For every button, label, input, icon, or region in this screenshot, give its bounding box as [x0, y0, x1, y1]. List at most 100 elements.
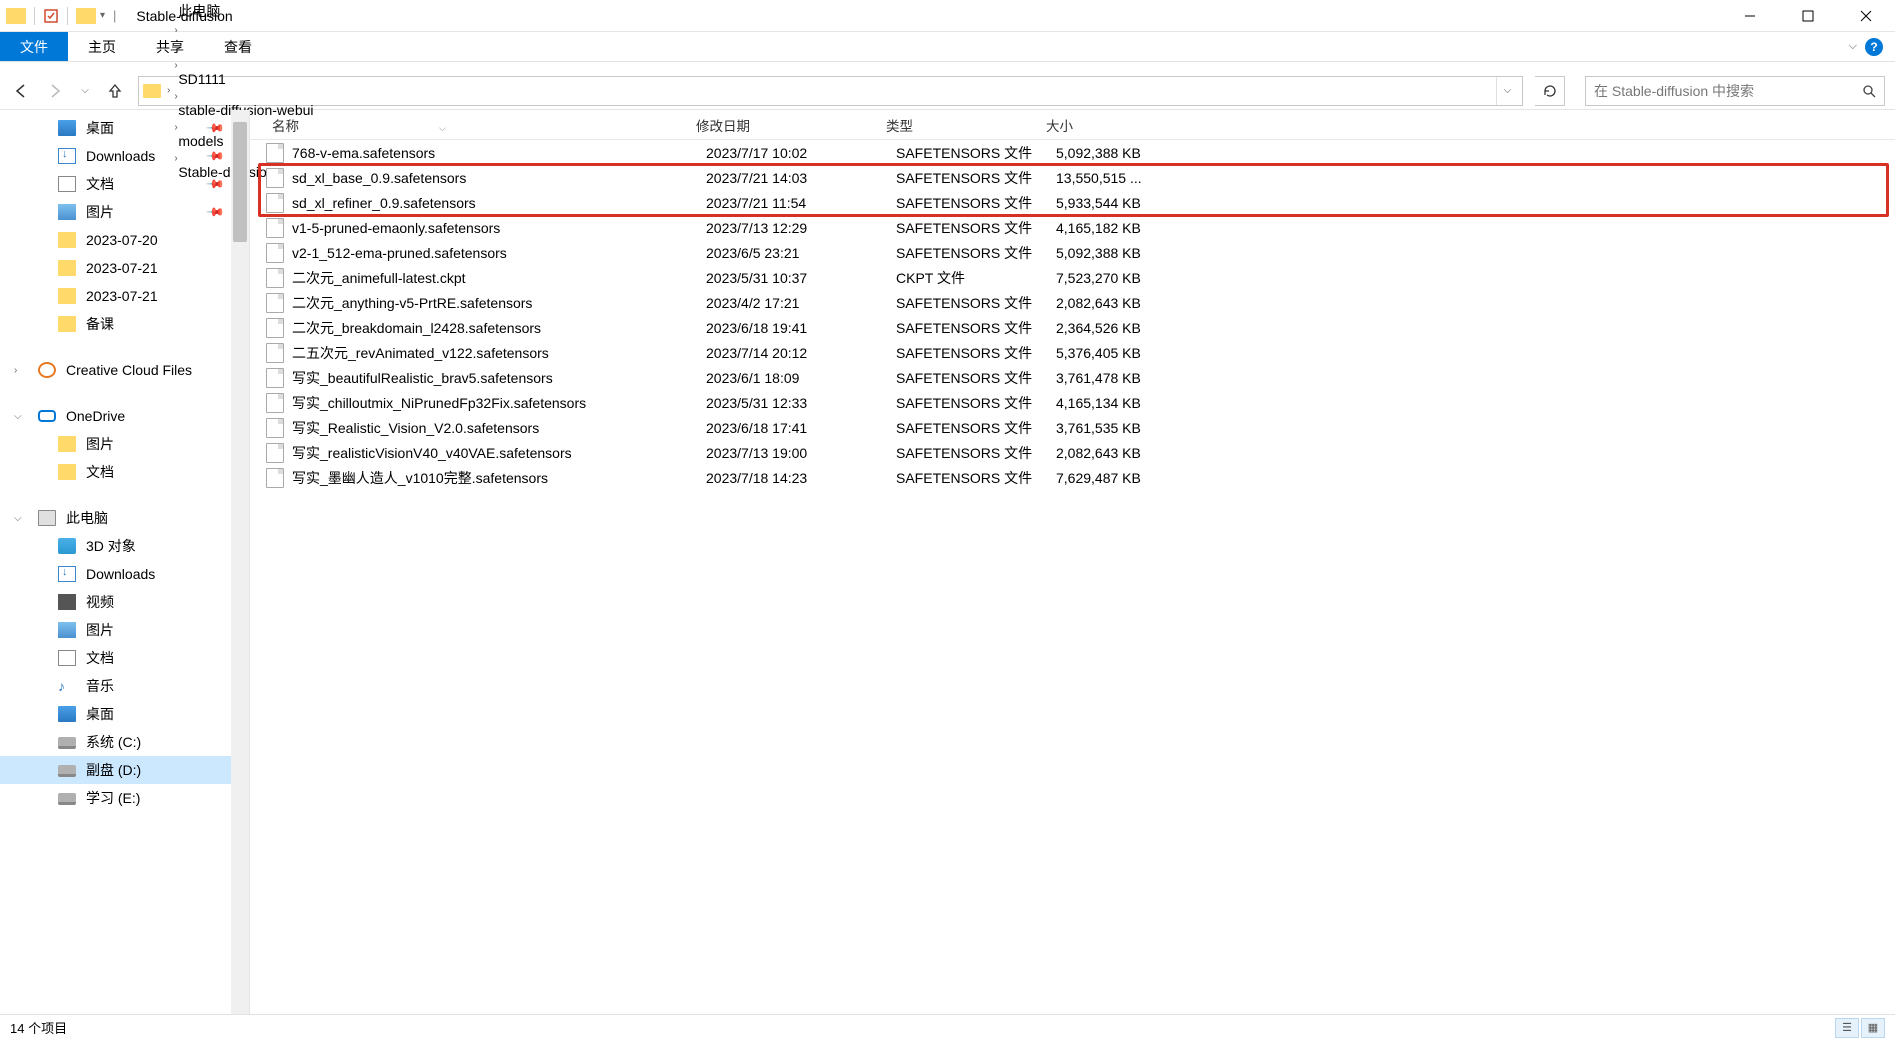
sidebar-item-label: Creative Cloud Files — [66, 362, 192, 378]
file-date: 2023/5/31 12:33 — [706, 395, 896, 411]
sidebar-item[interactable]: 图片 — [0, 616, 249, 644]
navigation-pane[interactable]: 桌面📌Downloads📌文档📌图片📌2023-07-202023-07-212… — [0, 110, 250, 1014]
sidebar-item[interactable]: 文档 — [0, 458, 249, 486]
sidebar-item[interactable]: 2023-07-21 — [0, 254, 249, 282]
sidebar-item[interactable]: 文档📌 — [0, 170, 249, 198]
divider — [67, 7, 68, 25]
close-button[interactable] — [1837, 0, 1895, 32]
file-row[interactable]: 写实_Realistic_Vision_V2.0.safetensors2023… — [250, 415, 1895, 440]
breadcrumb-item[interactable]: 此电脑 — [172, 1, 319, 21]
forward-button[interactable] — [44, 80, 66, 102]
tab-share[interactable]: 共享 — [136, 32, 204, 61]
file-list[interactable]: 768-v-ema.safetensors2023/7/17 10:02SAFE… — [250, 140, 1895, 1014]
address-dropdown-icon[interactable]: ⌵ — [1496, 77, 1518, 105]
back-button[interactable] — [10, 80, 32, 102]
sidebar-item[interactable]: 文档 — [0, 644, 249, 672]
sidebar-item-label: 图片 — [86, 202, 114, 222]
file-row[interactable]: sd_xl_refiner_0.9.safetensors2023/7/21 1… — [250, 190, 1895, 215]
sidebar-item[interactable]: 2023-07-20 — [0, 226, 249, 254]
help-icon[interactable]: ? — [1865, 38, 1883, 56]
sidebar-item[interactable]: 2023-07-21 — [0, 282, 249, 310]
refresh-button[interactable] — [1535, 76, 1565, 106]
file-icon — [266, 168, 284, 188]
file-type: SAFETENSORS 文件 — [896, 243, 1056, 263]
sidebar-item-this-pc[interactable]: ⌵此电脑 — [0, 504, 249, 532]
column-name[interactable]: 名称⌵ — [266, 115, 696, 135]
sidebar-item[interactable]: 桌面 — [0, 700, 249, 728]
status-text: 14 个项目 — [10, 1018, 67, 1037]
chevron-right-icon[interactable]: › — [165, 85, 172, 96]
sidebar-item[interactable]: 视频 — [0, 588, 249, 616]
file-icon — [266, 293, 284, 313]
file-row[interactable]: v1-5-pruned-emaonly.safetensors2023/7/13… — [250, 215, 1895, 240]
search-icon[interactable] — [1862, 84, 1876, 98]
sidebar-item[interactable]: 3D 对象 — [0, 532, 249, 560]
view-icons-button[interactable]: ▦ — [1861, 1018, 1885, 1038]
sidebar-item[interactable]: 图片 — [0, 430, 249, 458]
file-name: 二次元_animefull-latest.ckpt — [292, 268, 706, 288]
sidebar-item-label: 文档 — [86, 462, 114, 482]
sidebar-item[interactable]: Downloads📌 — [0, 142, 249, 170]
chevron-right-icon[interactable]: › — [172, 91, 179, 102]
file-icon — [266, 368, 284, 388]
maximize-button[interactable] — [1779, 0, 1837, 32]
view-details-button[interactable]: ☰ — [1835, 1018, 1859, 1038]
file-row[interactable]: 二次元_animefull-latest.ckpt2023/5/31 10:37… — [250, 265, 1895, 290]
recent-dropdown-icon[interactable]: ⌵ — [78, 80, 92, 102]
folder-icon[interactable] — [76, 8, 96, 24]
collapse-icon[interactable]: ⌵ — [14, 513, 22, 524]
file-icon — [266, 193, 284, 213]
up-button[interactable] — [104, 80, 126, 102]
sidebar-item[interactable]: 备课 — [0, 310, 249, 338]
file-row[interactable]: 二次元_anything-v5-PrtRE.safetensors2023/4/… — [250, 290, 1895, 315]
file-icon — [266, 468, 284, 488]
file-row[interactable]: 二五次元_revAnimated_v122.safetensors2023/7/… — [250, 340, 1895, 365]
sidebar-item[interactable]: 学习 (E:) — [0, 784, 249, 812]
file-row[interactable]: 二次元_breakdomain_l2428.safetensors2023/6/… — [250, 315, 1895, 340]
file-icon — [266, 318, 284, 338]
file-row[interactable]: 768-v-ema.safetensors2023/7/17 10:02SAFE… — [250, 140, 1895, 165]
column-date[interactable]: 修改日期 — [696, 115, 886, 135]
sidebar-item[interactable]: 系统 (C:) — [0, 728, 249, 756]
file-date: 2023/7/18 14:23 — [706, 470, 896, 486]
tab-home[interactable]: 主页 — [68, 32, 136, 61]
scrollbar[interactable] — [231, 110, 249, 1014]
tab-file[interactable]: 文件 — [0, 32, 68, 61]
column-size[interactable]: 大小 — [1046, 115, 1156, 135]
sidebar-item-creative-cloud[interactable]: › Creative Cloud Files — [0, 356, 249, 384]
file-size: 7,629,487 KB — [1056, 470, 1166, 486]
breadcrumb-item[interactable]: SD1111 — [172, 71, 319, 87]
properties-icon[interactable] — [43, 8, 59, 24]
pin-icon: 📌 — [205, 202, 225, 222]
tab-view[interactable]: 查看 — [204, 32, 272, 61]
sidebar-item[interactable]: Downloads — [0, 560, 249, 588]
folder-icon — [58, 436, 76, 452]
file-date: 2023/7/21 14:03 — [706, 170, 896, 186]
onedrive-icon — [38, 410, 56, 422]
file-row[interactable]: 写实_beautifulRealistic_brav5.safetensors2… — [250, 365, 1895, 390]
ribbon-expand-icon[interactable]: ⌵ — [1849, 40, 1857, 53]
file-row[interactable]: 写实_墨幽人造人_v1010完整.safetensors2023/7/18 14… — [250, 465, 1895, 490]
file-row[interactable]: sd_xl_base_0.9.safetensors2023/7/21 14:0… — [250, 165, 1895, 190]
search-input[interactable]: 在 Stable-diffusion 中搜索 — [1585, 76, 1885, 106]
qat-dropdown-icon[interactable]: ▾ — [100, 10, 105, 21]
sort-indicator-icon: ⌵ — [439, 123, 446, 133]
file-date: 2023/7/14 20:12 — [706, 345, 896, 361]
scrollbar-thumb[interactable] — [233, 122, 247, 242]
file-name: 二次元_breakdomain_l2428.safetensors — [292, 318, 706, 338]
file-row[interactable]: 写实_chilloutmix_NiPrunedFp32Fix.safetenso… — [250, 390, 1895, 415]
minimize-button[interactable] — [1721, 0, 1779, 32]
file-row[interactable]: v2-1_512-ema-pruned.safetensors2023/6/5 … — [250, 240, 1895, 265]
expand-icon[interactable]: › — [14, 365, 17, 376]
pc-icon — [38, 510, 56, 526]
column-type[interactable]: 类型 — [886, 115, 1046, 135]
file-date: 2023/7/13 19:00 — [706, 445, 896, 461]
collapse-icon[interactable]: ⌵ — [14, 411, 22, 422]
sidebar-item[interactable]: 图片 📌 — [0, 198, 249, 226]
sidebar-item[interactable]: 副盘 (D:) — [0, 756, 249, 784]
sidebar-item-onedrive[interactable]: ⌵OneDrive — [0, 402, 249, 430]
sidebar-item[interactable]: 音乐 — [0, 672, 249, 700]
sidebar-item[interactable]: 桌面📌 — [0, 114, 249, 142]
file-row[interactable]: 写实_realisticVisionV40_v40VAE.safetensors… — [250, 440, 1895, 465]
address-bar[interactable]: › 此电脑›副盘 (D:)›SD1111›stable-diffusion-we… — [138, 76, 1523, 106]
